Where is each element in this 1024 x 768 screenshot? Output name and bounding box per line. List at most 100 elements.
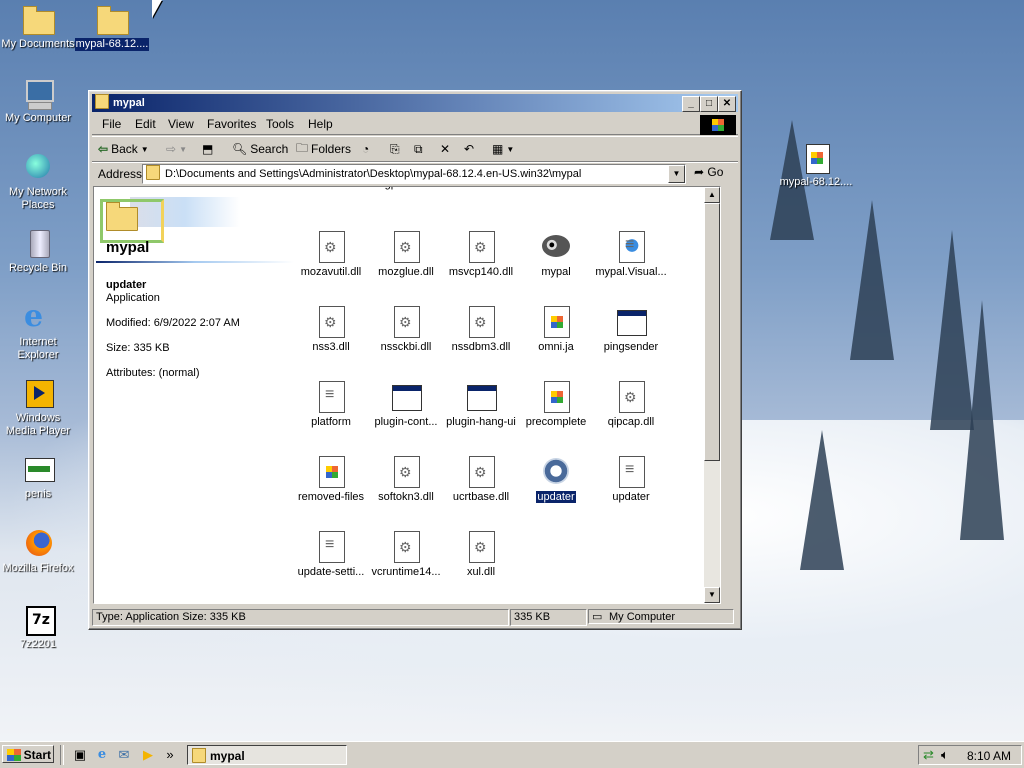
computer-icon: ▭ bbox=[592, 611, 603, 623]
window-titlebar[interactable]: mypal _ □ ✕ bbox=[92, 94, 738, 112]
address-dropdown-button[interactable]: ▼ bbox=[668, 165, 685, 183]
menu-help[interactable]: Help bbox=[308, 117, 333, 131]
selected-file-modified: Modified: 6/9/2022 2:07 AM bbox=[106, 317, 240, 329]
media-player-icon bbox=[22, 378, 54, 410]
file-item[interactable]: removed-files bbox=[294, 456, 368, 503]
back-button[interactable]: ⇦ Back ▼ bbox=[98, 141, 149, 157]
desktop-icon-mypal-folder[interactable]: mypal-68.12.... bbox=[74, 4, 150, 51]
file-item[interactable]: libEGL.dll bbox=[444, 187, 518, 190]
file-item[interactable]: plugin-cont... bbox=[369, 381, 443, 428]
search-button[interactable]: 🔍︎ Search bbox=[232, 141, 288, 157]
file-view: mypal updater Application Modified: 6/9/… bbox=[93, 186, 721, 604]
file-item[interactable]: omni.ja bbox=[519, 306, 593, 353]
desktop-icon-penis[interactable]: penis bbox=[0, 454, 76, 501]
file-item[interactable]: mypal bbox=[519, 231, 593, 278]
desktop-icon-my-network-places[interactable]: My Network Places bbox=[0, 152, 76, 212]
chevron-right-icon[interactable]: » bbox=[162, 747, 178, 763]
file-item[interactable]: freebl3.dll bbox=[294, 187, 368, 190]
file-item[interactable]: platform bbox=[294, 381, 368, 428]
scroll-down-button[interactable]: ▼ bbox=[704, 587, 720, 603]
file-item[interactable]: vcruntime14... bbox=[369, 531, 443, 578]
file-item[interactable]: msvcp140.dll bbox=[444, 231, 518, 278]
delete-button[interactable]: ✕ bbox=[440, 141, 450, 157]
start-button[interactable]: Start bbox=[2, 745, 54, 763]
windows-logo-icon bbox=[7, 749, 21, 761]
media-player-icon[interactable]: ▶ bbox=[140, 747, 156, 763]
network-globe-icon bbox=[22, 152, 54, 184]
close-button[interactable]: ✕ bbox=[718, 96, 736, 112]
folders-button[interactable]: 🗀 Folders bbox=[296, 141, 351, 157]
file-item[interactable]: lgpllibs.dll bbox=[369, 187, 443, 190]
forward-button[interactable]: ⇨ ▼ bbox=[166, 141, 187, 157]
desktop-icon-my-documents[interactable]: My Documents bbox=[0, 4, 76, 51]
firefox-icon bbox=[22, 528, 54, 560]
file-item[interactable]: mozglue.dll bbox=[369, 231, 443, 278]
desktop-icon-mozilla-firefox[interactable]: Mozilla Firefox bbox=[0, 528, 76, 575]
address-input[interactable]: D:\Documents and Settings\Administrator\… bbox=[142, 164, 686, 184]
computer-icon bbox=[22, 78, 54, 110]
file-item[interactable]: mypal.Visual... bbox=[594, 231, 668, 278]
file-item[interactable]: plugin-hang-ui bbox=[444, 381, 518, 428]
file-item[interactable]: nss3.dll bbox=[294, 306, 368, 353]
delete-icon: ✕ bbox=[440, 142, 451, 156]
7zip-icon: 7z bbox=[22, 604, 56, 636]
file-item[interactable]: update-setti... bbox=[294, 531, 368, 578]
selected-file-name: updater bbox=[106, 279, 147, 291]
desktop-icon-7z2201[interactable]: 7z 7z2201 bbox=[0, 604, 76, 651]
folders-icon: 🗀 bbox=[296, 140, 309, 155]
dll-file-icon bbox=[467, 456, 495, 488]
desktop-icon-my-computer[interactable]: My Computer bbox=[0, 78, 76, 125]
views-button[interactable]: ▦ ▼ bbox=[492, 141, 514, 157]
copy-to-button[interactable]: ⧉ bbox=[414, 141, 423, 157]
generic-file-icon bbox=[317, 456, 345, 488]
file-item[interactable]: nssckbi.dll bbox=[369, 306, 443, 353]
file-item[interactable]: nssdbm3.dll bbox=[444, 306, 518, 353]
vertical-scrollbar[interactable]: ▲ ▼ bbox=[704, 187, 720, 603]
desktop-icon-recycle-bin[interactable]: Recycle Bin bbox=[0, 228, 76, 275]
desktop-icon-mypal-installer[interactable]: mypal-68.12.... bbox=[778, 142, 854, 189]
go-arrow-icon: ➦ bbox=[694, 165, 705, 179]
move-to-button[interactable]: ⎘ bbox=[390, 141, 400, 157]
file-item[interactable]: libGLESv2.dll bbox=[519, 187, 593, 190]
clock[interactable]: 8:10 AM bbox=[967, 749, 1011, 763]
folder-icon bbox=[22, 4, 55, 36]
desktop-icon-internet-explorer[interactable]: e Internet Explorer bbox=[0, 302, 76, 362]
file-name: removed-files bbox=[297, 491, 365, 503]
generic-file-icon bbox=[542, 306, 570, 338]
undo-icon: ↶ bbox=[464, 142, 475, 156]
file-item[interactable]: mozavcodec... bbox=[594, 187, 668, 190]
up-folder-button[interactable]: ⬒ bbox=[202, 141, 213, 157]
history-button[interactable]: ◔ bbox=[362, 141, 369, 157]
volume-icon[interactable]: 🔈︎ bbox=[941, 747, 949, 763]
move-to-icon: ⎘ bbox=[390, 141, 400, 156]
taskbar-button-mypal[interactable]: mypal bbox=[187, 745, 347, 765]
show-desktop-icon[interactable]: ▣ bbox=[72, 747, 88, 763]
internet-explorer-icon[interactable]: e bbox=[94, 747, 110, 763]
maximize-button[interactable]: □ bbox=[700, 96, 718, 112]
file-item[interactable]: xul.dll bbox=[444, 531, 518, 578]
file-item[interactable]: qipcap.dll bbox=[594, 381, 668, 428]
selected-file-attributes: Attributes: (normal) bbox=[106, 367, 200, 379]
menu-tools[interactable]: Tools bbox=[266, 117, 294, 131]
menu-file[interactable]: File bbox=[102, 117, 121, 131]
file-item[interactable]: softokn3.dll bbox=[369, 456, 443, 503]
menu-view[interactable]: View bbox=[168, 117, 194, 131]
text-document-icon bbox=[317, 381, 345, 413]
file-item[interactable]: updater bbox=[519, 456, 593, 504]
outlook-express-icon[interactable]: ✉ bbox=[116, 747, 132, 763]
scroll-thumb[interactable] bbox=[704, 203, 720, 461]
network-tray-icon[interactable]: ⇄ bbox=[923, 747, 934, 763]
undo-button[interactable]: ↶ bbox=[464, 141, 474, 157]
file-name: updater bbox=[535, 490, 577, 504]
file-item[interactable]: updater bbox=[594, 456, 668, 503]
menu-edit[interactable]: Edit bbox=[135, 117, 156, 131]
scroll-up-button[interactable]: ▲ bbox=[704, 187, 720, 203]
file-item[interactable]: pingsender bbox=[594, 306, 668, 353]
minimize-button[interactable]: _ bbox=[682, 96, 700, 112]
desktop-icon-windows-media-player[interactable]: Windows Media Player bbox=[0, 378, 76, 438]
go-button[interactable]: ➦ Go bbox=[694, 165, 723, 179]
file-item[interactable]: mozavutil.dll bbox=[294, 231, 368, 278]
file-item[interactable]: ucrtbase.dll bbox=[444, 456, 518, 503]
menu-favorites[interactable]: Favorites bbox=[207, 117, 256, 131]
file-item[interactable]: precomplete bbox=[519, 381, 593, 428]
